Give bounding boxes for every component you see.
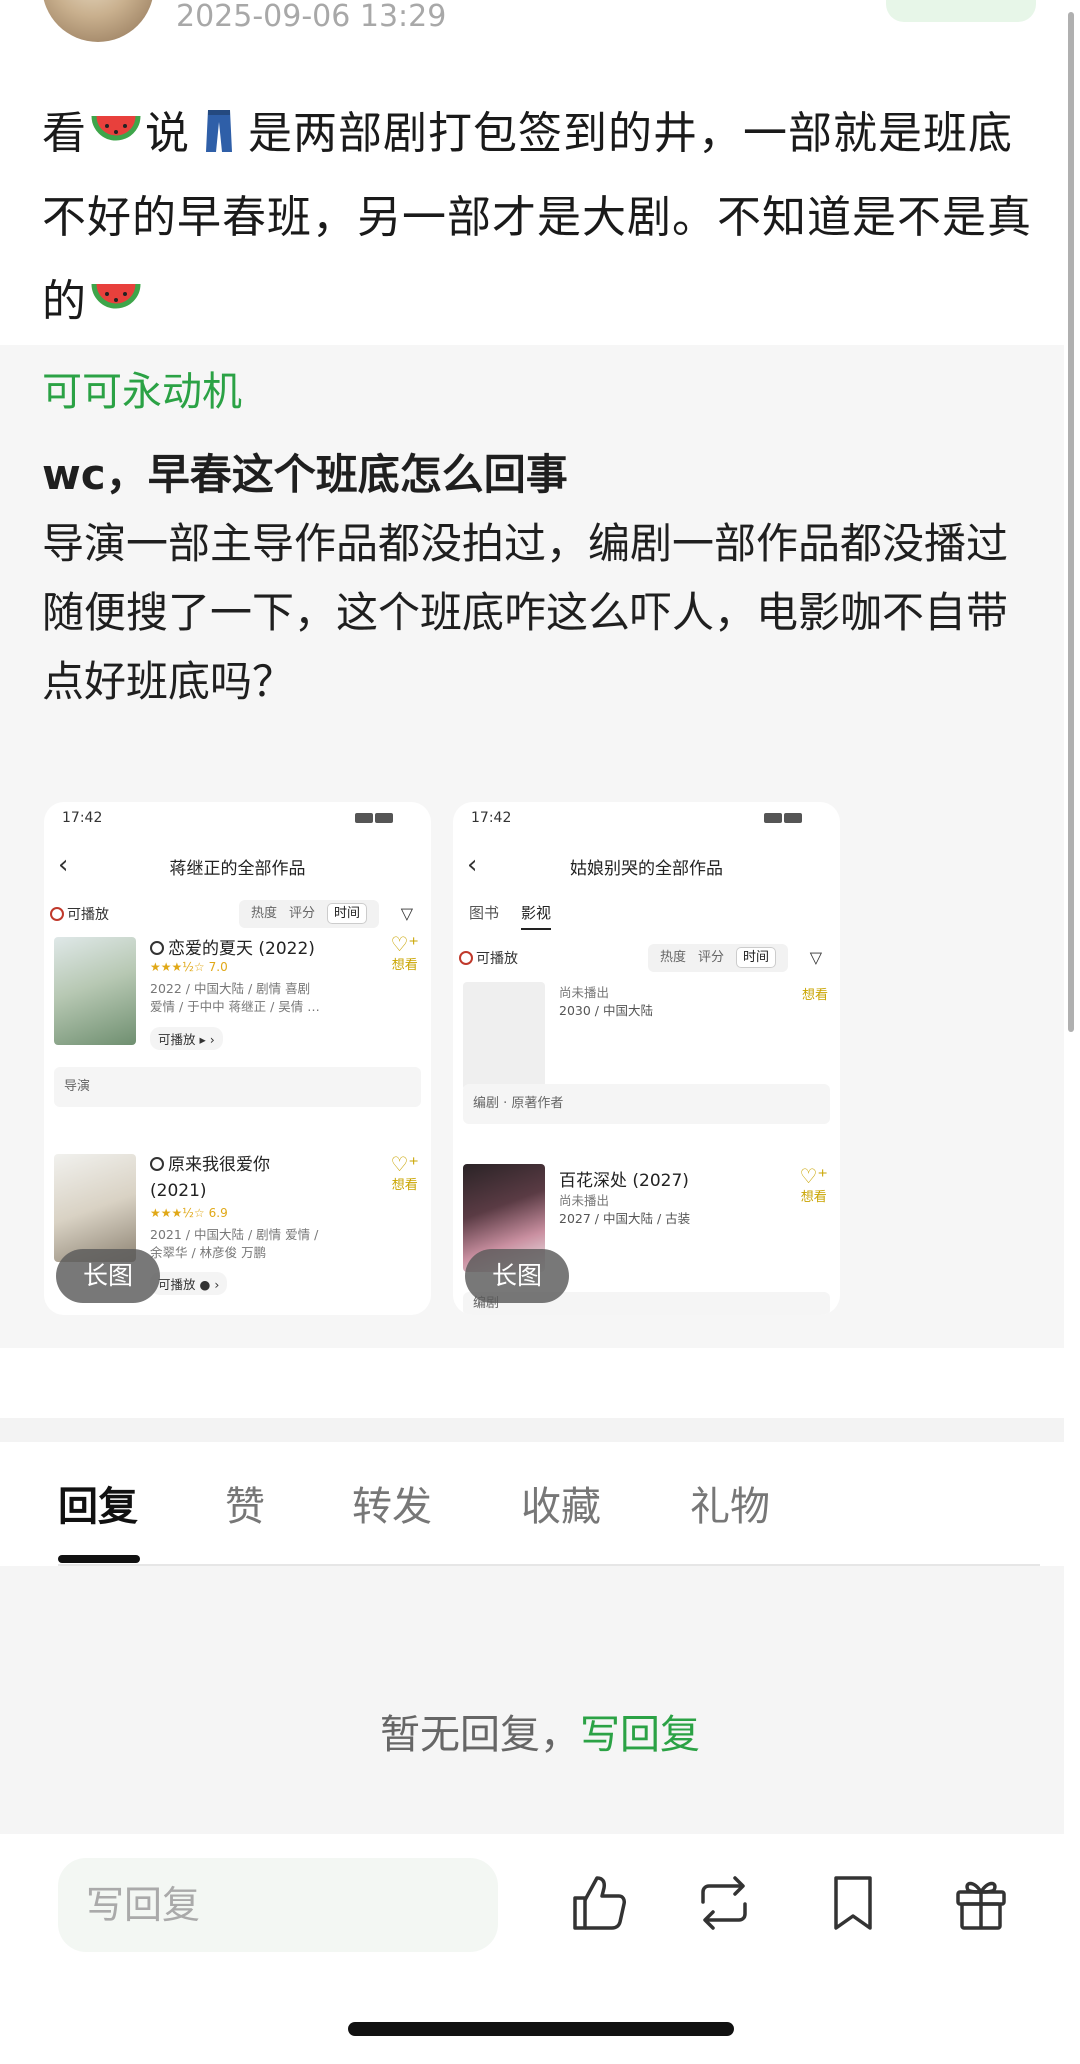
rating-stars: ★★★½☆ 6.9 <box>150 1206 228 1220</box>
long-image-tag: 长图 <box>56 1249 160 1303</box>
jeans-icon <box>206 110 232 152</box>
replies-area <box>0 1566 1064 1834</box>
watermelon-icon <box>91 115 141 141</box>
post-header: 2025-09-06 13:29 <box>0 0 1080 46</box>
interaction-tabs: 回复 赞 转发 收藏 礼物 <box>0 1442 1064 1563</box>
reply-input[interactable] <box>58 1858 498 1952</box>
watermelon-icon <box>91 283 141 309</box>
bookmark-icon[interactable] <box>822 1872 884 1934</box>
screen-title: 姑娘别哭的全部作品 <box>570 859 723 879</box>
funnel-icon: ▽ <box>400 904 413 923</box>
post-body: 看 说是两部剧打包签到的井，一部就是班底不好的早春班，另一部才是大剧。不知道是不是… <box>42 92 1032 344</box>
screen-title: 蒋继正的全部作品 <box>169 859 306 879</box>
quoted-post[interactable]: 可可永动机 wc，早春这个班底怎么回事 导演一部主导作品都没拍过，编剧一部作品都… <box>0 345 1064 1348</box>
status-time: 17:42 <box>62 810 103 826</box>
image-thumbnail-2[interactable]: 17:42 ‹ 姑娘别哭的全部作品 图书 影视 可播放 热度 评分 时间 ▽ 尚未播出… <box>453 802 840 1315</box>
thumbs-up-icon[interactable] <box>567 1872 629 1934</box>
category-tabs: 图书 影视 <box>469 902 573 930</box>
role-label: 导演 <box>54 1067 421 1107</box>
tab-repost[interactable]: 转发 <box>352 1482 432 1532</box>
long-image-tag: 长图 <box>465 1249 569 1303</box>
post-text-part-1: 看 <box>42 108 87 159</box>
gift-icon[interactable] <box>950 1872 1012 1934</box>
write-reply-link[interactable]: 写回复 <box>580 1712 700 1758</box>
quoted-line-2: 导演一部主导作品都没拍过，编剧一部作品都没播过 <box>42 519 1009 568</box>
filter-row: 可播放 热度 评分 时间 ▽ <box>44 900 431 928</box>
section-divider <box>0 1418 1064 1442</box>
tab-reply[interactable]: 回复 <box>58 1482 138 1532</box>
item-meta: 尚未播出 2030 / 中国大陆 <box>559 985 653 1018</box>
want-to-watch: ♡⁺ 想看 <box>799 1164 829 1205</box>
rating-stars: ★★★½☆ 7.0 <box>150 960 228 974</box>
playable-pill: 可播放 ▸ › <box>150 1027 223 1050</box>
sort-segment: 热度 评分 时间 <box>647 944 788 972</box>
status-time: 17:42 <box>471 810 512 826</box>
post-text-part-3: 是两部剧打包签到的井，一部就是班底不好的早春班，另一部才是大剧。不知道是不是真的 <box>42 108 1032 327</box>
filter-row: 可播放 热度 评分 时间 ▽ <box>453 944 840 972</box>
want-to-watch: 想看 <box>801 988 828 1003</box>
tab-like[interactable]: 赞 <box>225 1482 265 1532</box>
movie-title: 原来我很爱你 (2021) <box>150 1155 270 1201</box>
want-to-watch: ♡⁺ 想看 <box>390 1152 420 1193</box>
movie-title: 百花深处 (2027) <box>559 1171 689 1191</box>
poster-image <box>54 937 136 1045</box>
quoted-line-1: wc，早春这个班底怎么回事 <box>42 450 568 499</box>
role-label: 编剧 · 原著作者 <box>463 1084 830 1124</box>
want-to-watch: ♡⁺ 想看 <box>390 932 420 973</box>
scrollbar[interactable] <box>1068 12 1074 1032</box>
repost-icon[interactable] <box>693 1872 755 1934</box>
post-timestamp: 2025-09-06 13:29 <box>176 0 447 34</box>
poster-image <box>54 1154 136 1262</box>
funnel-icon: ▽ <box>809 948 822 967</box>
play-filter: 可播放 <box>459 948 518 968</box>
status-icons <box>762 812 822 824</box>
tab-gift[interactable]: 礼物 <box>690 1482 770 1532</box>
avatar[interactable] <box>42 0 154 42</box>
tab-favorite[interactable]: 收藏 <box>521 1482 601 1532</box>
quoted-author-name[interactable]: 可可永动机 <box>42 367 242 417</box>
follow-button[interactable] <box>886 0 1036 22</box>
play-filter: 可播放 <box>50 904 109 924</box>
post-text-part-2: 说 <box>145 108 190 159</box>
active-tab-indicator <box>58 1555 140 1563</box>
empty-text: 暂无回复， <box>380 1712 580 1758</box>
movie-meta: 2021 / 中国大陆 / 剧情 爱情 / 余翠华 / 林彦俊 万鹏 <box>150 1227 319 1260</box>
quoted-text: wc，早春这个班底怎么回事 导演一部主导作品都没拍过，编剧一部作品都没播过 随便… <box>42 440 1032 716</box>
movie-meta: 2022 / 中国大陆 / 剧情 喜剧 爱情 / 于中中 蒋继正 / 吴倩 … <box>150 981 320 1014</box>
image-thumbnail-1[interactable]: 17:42 ‹ 蒋继正的全部作品 可播放 热度 评分 时间 ▽ 恋爱的夏天 (202… <box>44 802 431 1315</box>
quoted-line-3: 随便搜了一下，这个班底咋这么吓人，电影咖不自带点好班底吗？ <box>42 588 1009 706</box>
placeholder-poster <box>463 982 545 1090</box>
item-meta: 尚未播出 2027 / 中国大陆 / 古装 <box>559 1193 691 1226</box>
movie-title: 恋爱的夏天 (2022) <box>150 934 315 959</box>
home-indicator[interactable] <box>348 2022 734 2036</box>
sort-segment: 热度 评分 时间 <box>238 900 379 928</box>
playable-pill: 可播放 ● › <box>150 1272 228 1295</box>
status-icons <box>353 812 413 824</box>
empty-replies-message: 暂无回复，写回复 <box>0 1710 1080 1760</box>
